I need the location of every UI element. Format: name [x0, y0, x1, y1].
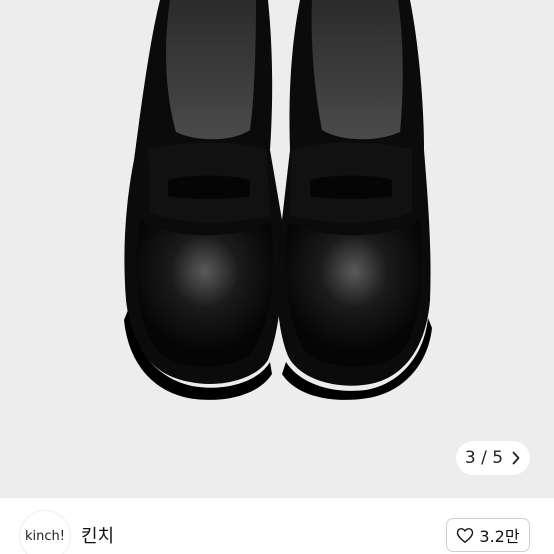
store-info-bar: kinch! 킨치 3.2만	[0, 498, 554, 554]
product-detail-screen: 3 / 5 kinch! 킨치 3.2만	[0, 0, 554, 554]
chevron-right-icon	[512, 451, 520, 465]
product-photo	[0, 0, 554, 498]
product-image-carousel[interactable]: 3 / 5	[0, 0, 554, 498]
like-button[interactable]: 3.2만	[446, 518, 530, 552]
heart-outline-icon	[457, 527, 474, 543]
right-shoe	[277, 0, 432, 400]
store-logo[interactable]: kinch!	[19, 510, 71, 554]
store-logo-text: kinch!	[25, 528, 65, 544]
page-counter-text: 3 / 5	[464, 448, 504, 468]
like-count: 3.2만	[479, 527, 520, 546]
image-page-counter[interactable]: 3 / 5	[456, 441, 530, 475]
store-name[interactable]: 킨치	[81, 522, 114, 548]
